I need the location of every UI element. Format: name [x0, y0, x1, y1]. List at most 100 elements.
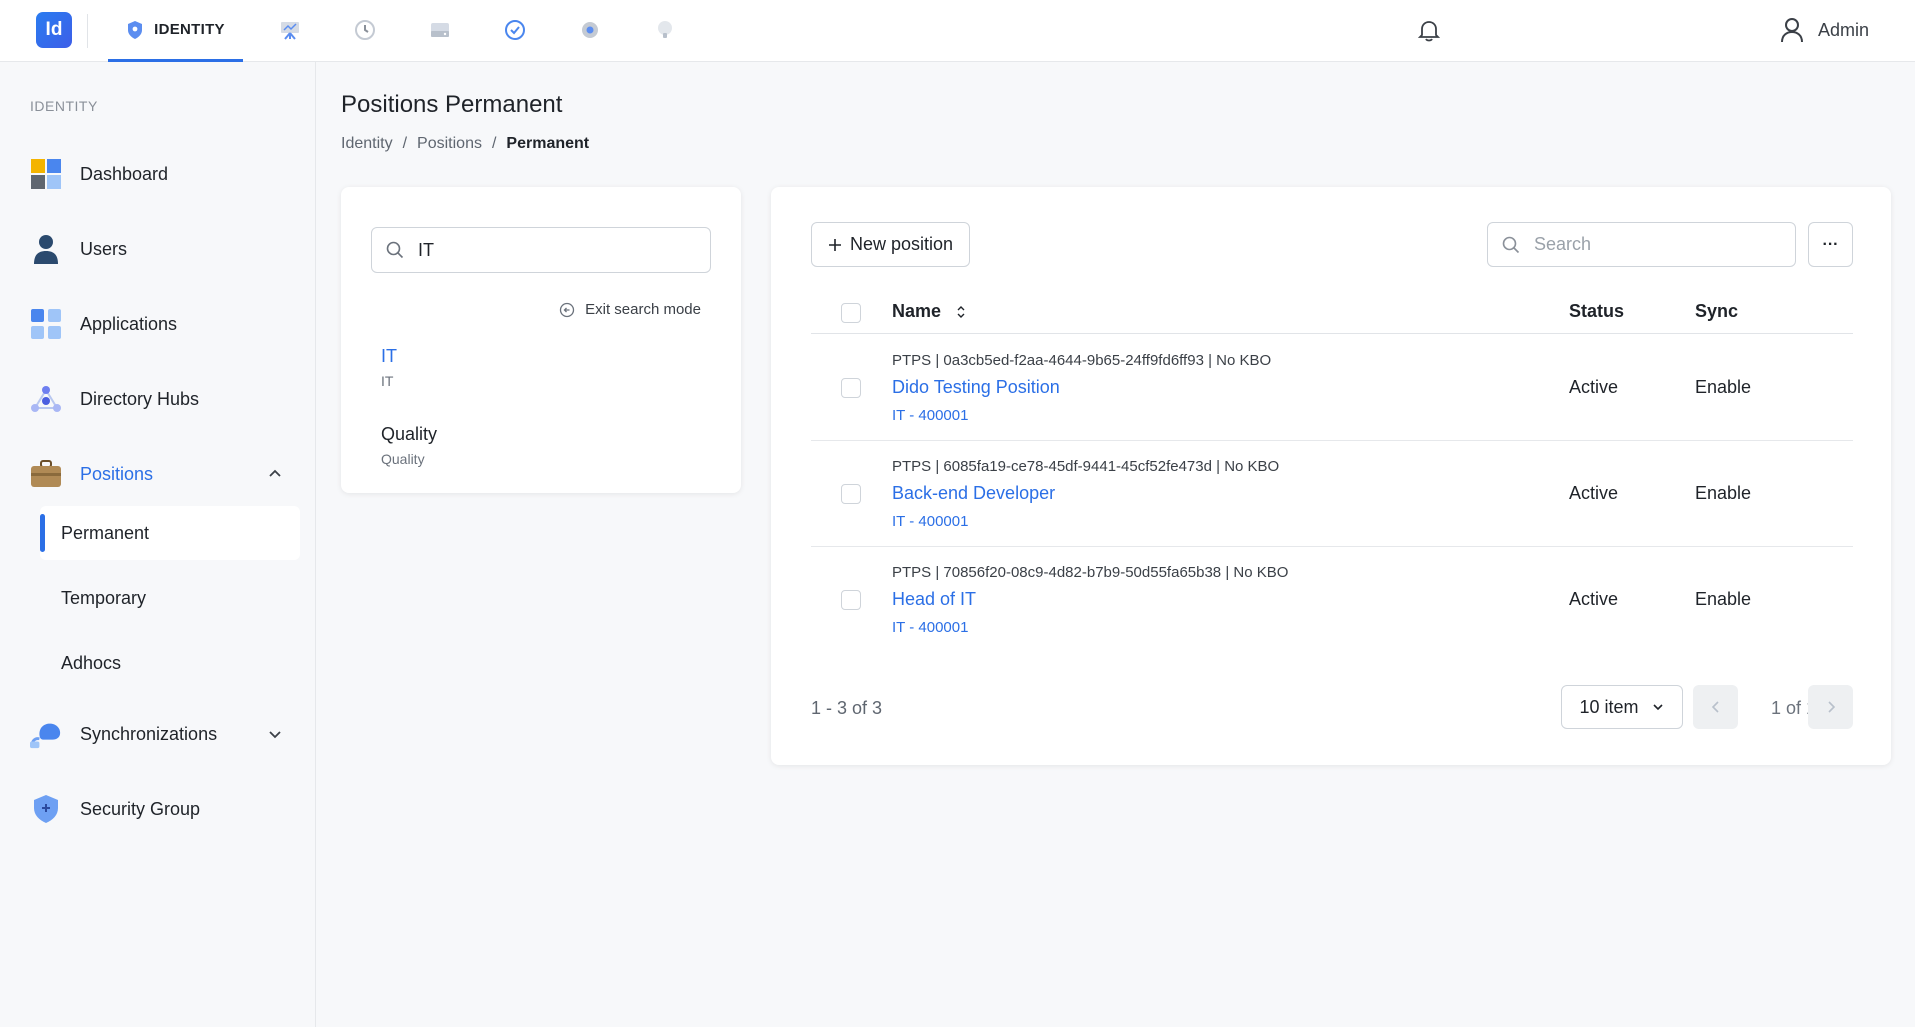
sidebar-heading: IDENTITY: [30, 98, 98, 114]
user-icon: [30, 233, 62, 265]
sidebar-subitem-label: Temporary: [61, 587, 147, 608]
table-header: Name Status Sync: [811, 292, 1853, 334]
sidebar-subitem-permanent[interactable]: Permanent: [40, 506, 300, 560]
sidebar-subitem-adhocs[interactable]: Adhocs: [40, 636, 300, 690]
breadcrumb-separator: /: [491, 135, 497, 152]
breadcrumb-item-current: Permanent: [506, 135, 590, 152]
breadcrumb: Identity / Positions / Permanent: [341, 135, 589, 153]
row-title-link[interactable]: Back-end Developer: [892, 483, 1055, 504]
shield-icon: [30, 793, 62, 825]
exit-search-label: Exit search mode: [585, 301, 701, 318]
top-bar: Id IDENTITY Admin: [0, 0, 1915, 62]
page-title: Positions Permanent: [341, 91, 563, 118]
row-title-link[interactable]: Dido Testing Position: [892, 377, 1060, 398]
sidebar-item-directory-hubs[interactable]: Directory Hubs: [30, 379, 199, 419]
breadcrumb-item-positions[interactable]: Positions: [417, 135, 482, 153]
search-icon: [386, 241, 404, 259]
sidebar-item-label: Directory Hubs: [80, 388, 200, 409]
filter-result-item[interactable]: IT IT: [381, 346, 397, 389]
table-row[interactable]: PTPS | 0a3cb5ed-f2aa-4644-9b65-24ff9fd6f…: [811, 335, 1853, 441]
positions-table-panel: New position Search ··· Name Status Sync…: [771, 187, 1891, 765]
bell-icon[interactable]: [1415, 16, 1443, 44]
pagination-range: 1 - 3 of 3: [811, 698, 883, 718]
sidebar-item-dashboard[interactable]: Dashboard: [30, 154, 168, 194]
row-status: Active: [1569, 377, 1619, 397]
apps-icon: [30, 308, 62, 340]
plus-icon: [829, 238, 841, 251]
chevron-down-icon: [1652, 704, 1663, 711]
new-position-button[interactable]: New position: [811, 222, 971, 267]
breadcrumb-separator: /: [402, 135, 408, 152]
table-search-input[interactable]: Search: [1487, 222, 1796, 267]
row-subtitle: IT - 400001: [892, 513, 969, 530]
filter-result-title: Quality: [381, 424, 438, 444]
row-checkbox[interactable]: [841, 378, 861, 398]
cloud-sync-icon: [30, 718, 62, 750]
chevron-up-icon[interactable]: [266, 465, 284, 483]
drive-icon[interactable]: [426, 16, 454, 44]
column-header-name[interactable]: Name: [892, 301, 966, 322]
filter-result-subtitle: IT: [381, 373, 394, 389]
select-all-checkbox[interactable]: [841, 303, 861, 323]
page-size-select[interactable]: 10 item: [1561, 685, 1683, 729]
history-icon[interactable]: [351, 16, 379, 44]
table-row[interactable]: PTPS | 6085fa19-ce78-45df-9441-45cf52fe4…: [811, 441, 1853, 547]
chevron-right-icon: [1827, 701, 1835, 713]
sidebar-item-label: Dashboard: [80, 163, 169, 184]
user-name: Admin: [1818, 19, 1870, 40]
row-subtitle: IT - 400001: [892, 407, 969, 424]
column-header-sync[interactable]: Sync: [1695, 301, 1738, 322]
filter-result-title: IT: [381, 346, 397, 366]
sidebar-item-security-group[interactable]: Security Group: [30, 789, 200, 829]
row-checkbox[interactable]: [841, 590, 861, 610]
sidebar-item-positions[interactable]: Positions: [30, 454, 153, 494]
sidebar-item-users[interactable]: Users: [30, 229, 127, 269]
filter-search-input[interactable]: IT: [371, 227, 711, 273]
shield-icon: [128, 20, 143, 39]
sidebar-item-label: Applications: [80, 313, 178, 334]
hub-icon: [30, 383, 62, 415]
next-page-button[interactable]: [1808, 685, 1853, 729]
table-row[interactable]: PTPS | 70856f20-08c9-4d82-b7b9-50d55fa65…: [811, 547, 1853, 653]
exit-search-button[interactable]: Exit search mode: [559, 301, 701, 318]
row-checkbox[interactable]: [841, 484, 861, 504]
row-title-link[interactable]: Head of IT: [892, 589, 976, 610]
page-size-value: 10 item: [1579, 696, 1639, 717]
sidebar-item-label: Security Group: [80, 798, 201, 819]
user-icon: [1781, 18, 1803, 43]
sidebar-subitem-label: Permanent: [61, 522, 150, 543]
sidebar: IDENTITY Dashboard Users Applications Di…: [0, 62, 316, 1027]
sidebar-subitem-temporary[interactable]: Temporary: [40, 571, 300, 625]
divider: [87, 14, 88, 48]
chevron-down-icon[interactable]: [266, 725, 284, 743]
sidebar-item-label: Positions: [80, 463, 154, 484]
presentation-icon[interactable]: [276, 16, 304, 44]
row-status: Active: [1569, 589, 1619, 609]
search-icon: [1502, 236, 1520, 253]
sidebar-item-synchronizations[interactable]: Synchronizations: [30, 714, 217, 754]
row-sync: Enable: [1695, 589, 1752, 609]
sidebar-subitem-label: Adhocs: [61, 652, 122, 673]
bulb-icon[interactable]: [651, 16, 679, 44]
gear-icon[interactable]: [576, 16, 604, 44]
prev-page-button[interactable]: [1693, 685, 1738, 729]
tab-identity[interactable]: IDENTITY: [108, 0, 243, 62]
breadcrumb-item-identity[interactable]: Identity: [341, 135, 393, 153]
sidebar-item-applications[interactable]: Applications: [30, 304, 177, 344]
row-subtitle: IT - 400001: [892, 619, 969, 636]
briefcase-icon: [30, 458, 62, 490]
column-header-label: Name: [892, 301, 942, 321]
filter-panel: IT Exit search mode IT IT Quality Qualit…: [341, 187, 741, 493]
filter-search-value: IT: [418, 239, 434, 260]
row-sync: Enable: [1695, 377, 1752, 397]
check-badge-icon[interactable]: [501, 16, 529, 44]
row-meta: PTPS | 70856f20-08c9-4d82-b7b9-50d55fa65…: [892, 564, 1289, 581]
row-meta: PTPS | 0a3cb5ed-f2aa-4644-9b65-24ff9fd6f…: [892, 352, 1272, 369]
column-header-status[interactable]: Status: [1569, 301, 1624, 322]
more-options-button[interactable]: ···: [1808, 222, 1853, 267]
filter-result-item[interactable]: Quality Quality: [381, 424, 437, 467]
tab-identity-label: IDENTITY: [154, 21, 225, 38]
sort-icon: [957, 306, 965, 319]
app-logo[interactable]: Id: [36, 12, 72, 48]
user-menu[interactable]: Admin: [1780, 15, 1869, 45]
